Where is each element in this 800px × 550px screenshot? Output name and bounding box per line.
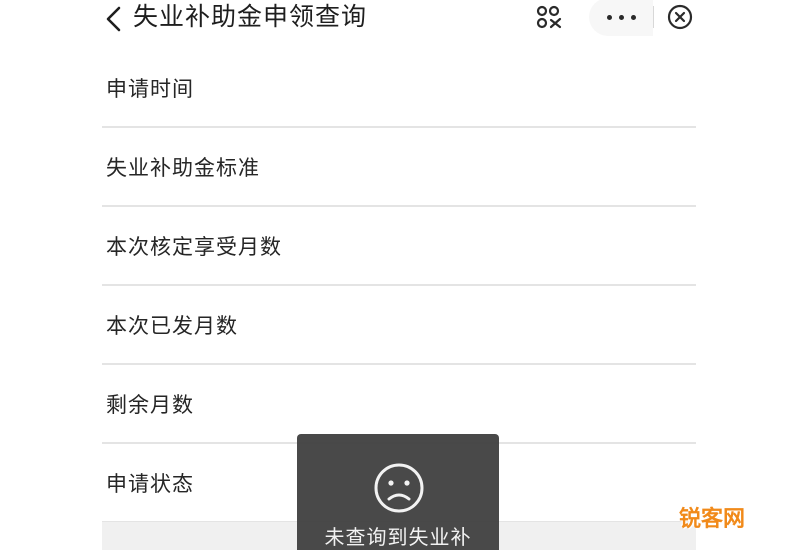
- page-title: 失业补助金申领查询: [133, 2, 368, 31]
- toast: 未查询到失业补: [297, 434, 499, 550]
- sad-face-icon: [374, 463, 424, 513]
- list-item-label: 本次核定享受月数: [106, 235, 282, 259]
- capsule-menu: [589, 0, 696, 36]
- screen: 失业补助金申领查询 申请时间 失业补助金标准 本次核定享受月数 本次已发月数 剩…: [0, 0, 800, 550]
- chevron-left-icon[interactable]: [102, 6, 128, 32]
- more-button[interactable]: [589, 0, 653, 36]
- navigation-bar: 失业补助金申领查询: [102, 0, 696, 48]
- watermark: 锐客网: [679, 507, 746, 532]
- list-item-approved-months: 本次核定享受月数: [102, 208, 696, 286]
- scan-icon[interactable]: [536, 5, 562, 29]
- list-item-label: 剩余月数: [106, 393, 194, 417]
- list-item-label: 失业补助金标准: [106, 156, 260, 180]
- close-circle-icon: [667, 4, 693, 30]
- list-item-label: 本次已发月数: [106, 314, 238, 338]
- list-item-label: 申请状态: [106, 472, 194, 496]
- list-item-remaining-months: 剩余月数: [102, 366, 696, 444]
- list-item-apply-time: 申请时间: [102, 50, 696, 128]
- toast-message: 未查询到失业补: [324, 525, 472, 549]
- list-item-subsidy-standard: 失业补助金标准: [102, 129, 696, 207]
- list-item-paid-months: 本次已发月数: [102, 287, 696, 365]
- close-button[interactable]: [654, 0, 696, 36]
- list-item-label: 申请时间: [106, 77, 194, 101]
